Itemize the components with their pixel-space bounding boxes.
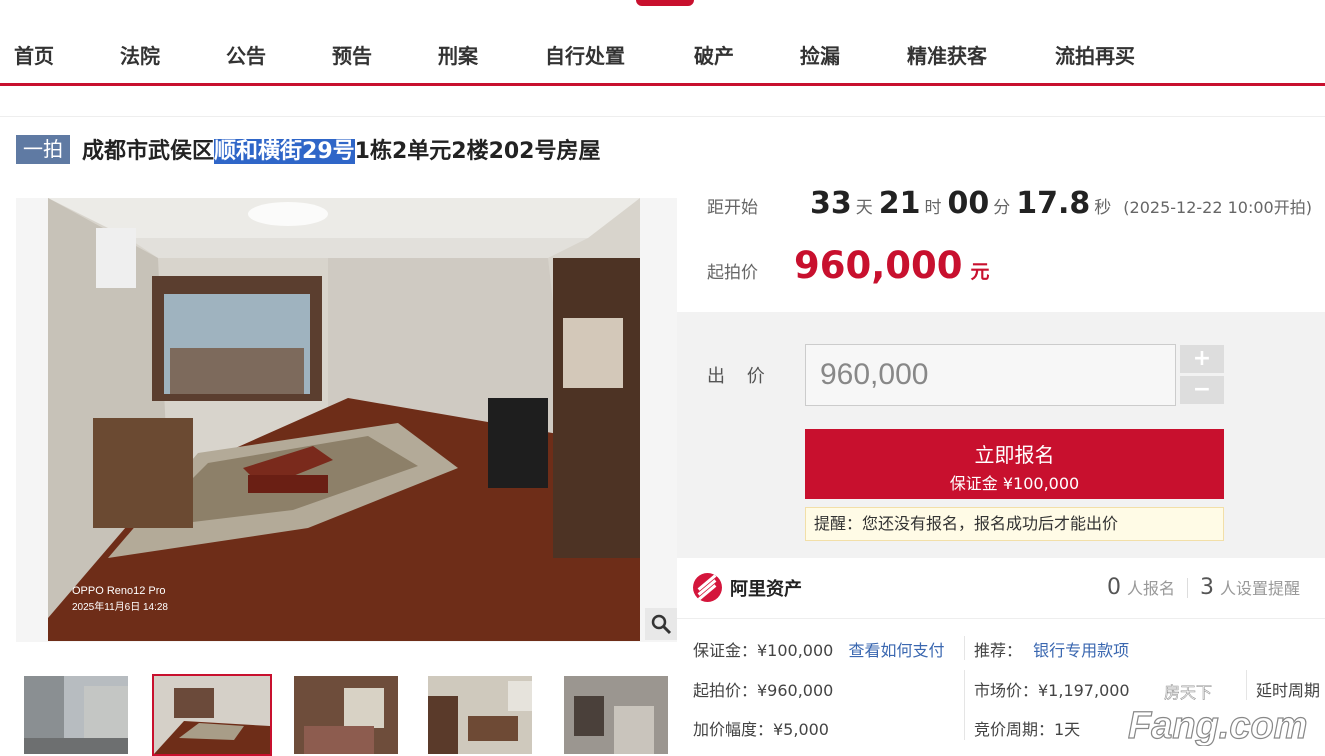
zoom-icon[interactable] (645, 608, 677, 640)
detail-start-price: 起拍价：¥960,000 (693, 681, 834, 700)
detail-increment: 加价幅度：¥5,000 (693, 720, 829, 739)
start-price-row: 起拍价 960,000 元 (707, 244, 990, 287)
nav-preview[interactable]: 预告 (332, 40, 372, 69)
title-district: 成都市武侯区 (82, 139, 215, 164)
divider (0, 116, 1325, 117)
recommend-info: 推荐： 银行专用款项 (974, 637, 1129, 661)
photo-time-caption: 2025年11月6日 14:28 (72, 600, 168, 613)
decrease-bid-button[interactable]: − (1180, 376, 1224, 404)
nav-self-disposal[interactable]: 自行处置 (545, 40, 625, 69)
nav-criminal[interactable]: 刑案 (438, 40, 478, 69)
thumbnail-2-selected[interactable] (152, 674, 272, 756)
nav-failed-rebuy[interactable]: 流拍再买 (1055, 40, 1135, 69)
how-to-pay-link[interactable]: 查看如何支付 (848, 641, 944, 660)
fang-watermark: 房天下 Fang.com (1128, 683, 1308, 746)
thumbnail-1[interactable] (24, 676, 128, 754)
thumbnail-3[interactable] (294, 676, 398, 754)
days-unit: 天 (855, 198, 873, 218)
details-divider (677, 618, 1325, 619)
signup-button[interactable]: 立即报名 保证金 ¥100,000 (805, 429, 1224, 499)
countdown-row: 距开始 33 天 21 时 00 分 17.8 秒 (2025-12-22 10… (707, 186, 1312, 236)
lot-title-row: 一拍 成都市武侯区顺和横街29号1栋2单元2楼202号房屋 (16, 133, 601, 165)
deposit-text: 保证金：¥100,000 (693, 641, 834, 660)
countdown-seconds: 17.8 (1016, 186, 1091, 221)
seconds-unit: 秒 (1094, 198, 1112, 218)
start-time-note: (2025-12-22 10:00开拍) (1123, 198, 1312, 217)
signup-reminder: 提醒：您还没有报名，报名成功后才能出价 (805, 507, 1224, 541)
minutes-unit: 分 (993, 198, 1011, 218)
platform-brand: 阿里资产 (693, 573, 802, 602)
signup-deposit: 保证金 ¥100,000 (949, 474, 1080, 493)
nav-precise-customer[interactable]: 精准获客 (907, 40, 987, 69)
bid-label: 出 价 (707, 366, 773, 387)
increase-bid-button[interactable]: + (1180, 345, 1224, 373)
countdown-label: 距开始 (707, 198, 758, 218)
signup-count-label: 人报名 (1127, 579, 1176, 598)
start-price-value: 960,000 (794, 244, 963, 287)
nav-court[interactable]: 法院 (120, 40, 160, 69)
info-separator-2 (964, 670, 965, 740)
stats-separator (1187, 577, 1189, 598)
main-photo[interactable]: OPPO Reno12 Pro 2025年11月6日 14:28 (48, 198, 640, 641)
watermark-top: 房天下 (1164, 683, 1212, 702)
thumbnail-5[interactable] (564, 676, 668, 754)
bank-payment-link[interactable]: 银行专用款项 (1033, 641, 1129, 660)
info-separator (964, 636, 965, 660)
recommend-label: 推荐： (974, 641, 1023, 660)
thumbnail-4[interactable] (428, 676, 532, 754)
countdown-minutes: 00 (947, 186, 990, 221)
watermark-main: Fang.com (1128, 705, 1307, 746)
detail-market-price: 市场价：¥1,197,000 (974, 681, 1130, 700)
main-nav: 首页 法院 公告 预告 刑案 自行处置 破产 捡漏 精准获客 流拍再买 (0, 30, 1325, 86)
start-price-label: 起拍价 (707, 263, 758, 283)
nav-bargain[interactable]: 捡漏 (800, 40, 840, 69)
countdown-hours: 21 (878, 186, 921, 221)
hours-unit: 时 (924, 198, 942, 218)
reminder-count: 3 (1200, 575, 1215, 600)
ali-assets-logo-icon (693, 573, 722, 602)
signup-count: 0 (1107, 575, 1121, 600)
title-highlight: 顺和横街29号 (214, 139, 355, 164)
auction-round-tag: 一拍 (16, 134, 70, 164)
detail-bid-cycle: 竞价周期：1天 (974, 720, 1081, 739)
countdown-days: 33 (810, 186, 852, 221)
lot-title: 成都市武侯区顺和横街29号1栋2单元2楼202号房屋 (82, 133, 601, 165)
nav-home[interactable]: 首页 (14, 40, 54, 69)
nav-notice[interactable]: 公告 (226, 40, 266, 69)
title-unit: 1栋2单元2楼202号房屋 (354, 139, 601, 164)
photo-device-caption: OPPO Reno12 Pro (72, 585, 166, 597)
reminder-count-label: 人设置提醒 (1220, 579, 1301, 598)
deposit-info: 保证金：¥100,000 查看如何支付 (693, 637, 944, 661)
signup-label: 立即报名 (974, 443, 1055, 467)
platform-name: 阿里资产 (730, 578, 802, 600)
nav-bankruptcy[interactable]: 破产 (694, 40, 734, 69)
interest-stats: 0 人报名 3 人设置提醒 (1107, 575, 1300, 600)
site-logo (636, 0, 694, 6)
bid-amount-input[interactable]: 960,000 (805, 344, 1176, 406)
start-price-unit: 元 (970, 261, 990, 283)
